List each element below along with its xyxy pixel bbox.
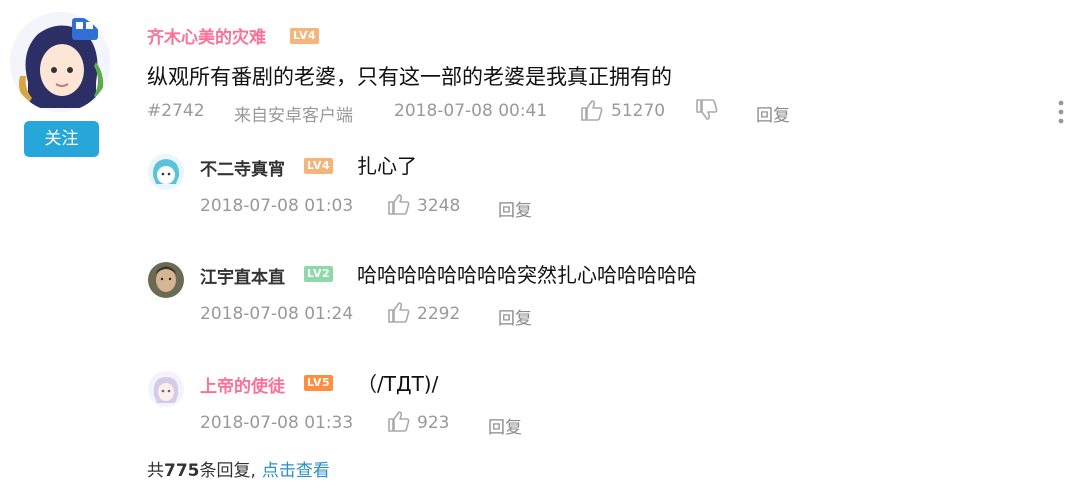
thumb-down-icon[interactable]: [695, 99, 719, 121]
comment-time: 2018-07-08 00:41: [394, 101, 548, 121]
level-badge: LV4: [290, 28, 320, 44]
reply-button[interactable]: 回复: [498, 304, 532, 329]
comment-source: 来自安卓客户端: [234, 106, 353, 126]
reply-avatar[interactable]: [148, 154, 184, 190]
reply-time: 2018-07-08 01:33: [200, 413, 354, 433]
more-icon[interactable]: [1057, 99, 1065, 125]
avatar-image: [148, 371, 184, 407]
like-count: 3248: [417, 196, 461, 216]
follow-button[interactable]: 关注: [24, 121, 99, 157]
avatar-image: [148, 262, 184, 298]
level-badge: LV2: [304, 266, 334, 282]
reply-avatar[interactable]: [148, 371, 184, 407]
avatar[interactable]: [10, 12, 110, 112]
reply-text: 扎心了: [357, 154, 417, 178]
reply-text: 哈哈哈哈哈哈哈哈突然扎心哈哈哈哈哈: [357, 263, 697, 287]
reply-summary: 共775条回复, 点击查看: [147, 456, 330, 481]
thumb-up-icon[interactable]: [387, 410, 411, 432]
comment-username[interactable]: 齐木心美的灾难: [147, 23, 266, 48]
level-badge: LV4: [304, 158, 334, 174]
view-replies-link[interactable]: 点击查看: [262, 461, 330, 481]
comment-text: 纵观所有番剧的老婆，只有这一部的老婆是我真正拥有的: [147, 65, 672, 89]
like-count: 2292: [417, 304, 461, 324]
thumb-up-icon[interactable]: [387, 193, 411, 215]
reply-button[interactable]: 回复: [488, 413, 522, 438]
thumb-up-icon[interactable]: [387, 301, 411, 323]
reply-button[interactable]: 回复: [498, 196, 532, 221]
reply-avatar[interactable]: [148, 262, 184, 298]
reply-username[interactable]: 上帝的使徒: [200, 372, 285, 397]
reply-button[interactable]: 回复: [756, 101, 790, 126]
reply-username[interactable]: 江宇直本直: [200, 263, 285, 288]
level-badge: LV5: [304, 375, 334, 391]
avatar-image: [10, 12, 110, 112]
thumb-up-icon[interactable]: [580, 99, 604, 121]
floor-number: #2742: [147, 101, 205, 121]
reply-total-prefix: 共: [147, 461, 164, 481]
reply-text: （/TДT)/: [357, 372, 439, 396]
reply-time: 2018-07-08 01:03: [200, 196, 354, 216]
reply-username[interactable]: 不二寺真宵: [200, 155, 285, 180]
reply-total-count: 775: [164, 461, 200, 481]
like-count: 51270: [611, 101, 666, 121]
reply-total-suffix: 条回复,: [199, 461, 256, 481]
avatar-image: [148, 154, 184, 190]
reply-time: 2018-07-08 01:24: [200, 304, 354, 324]
like-count: 923: [417, 413, 450, 433]
